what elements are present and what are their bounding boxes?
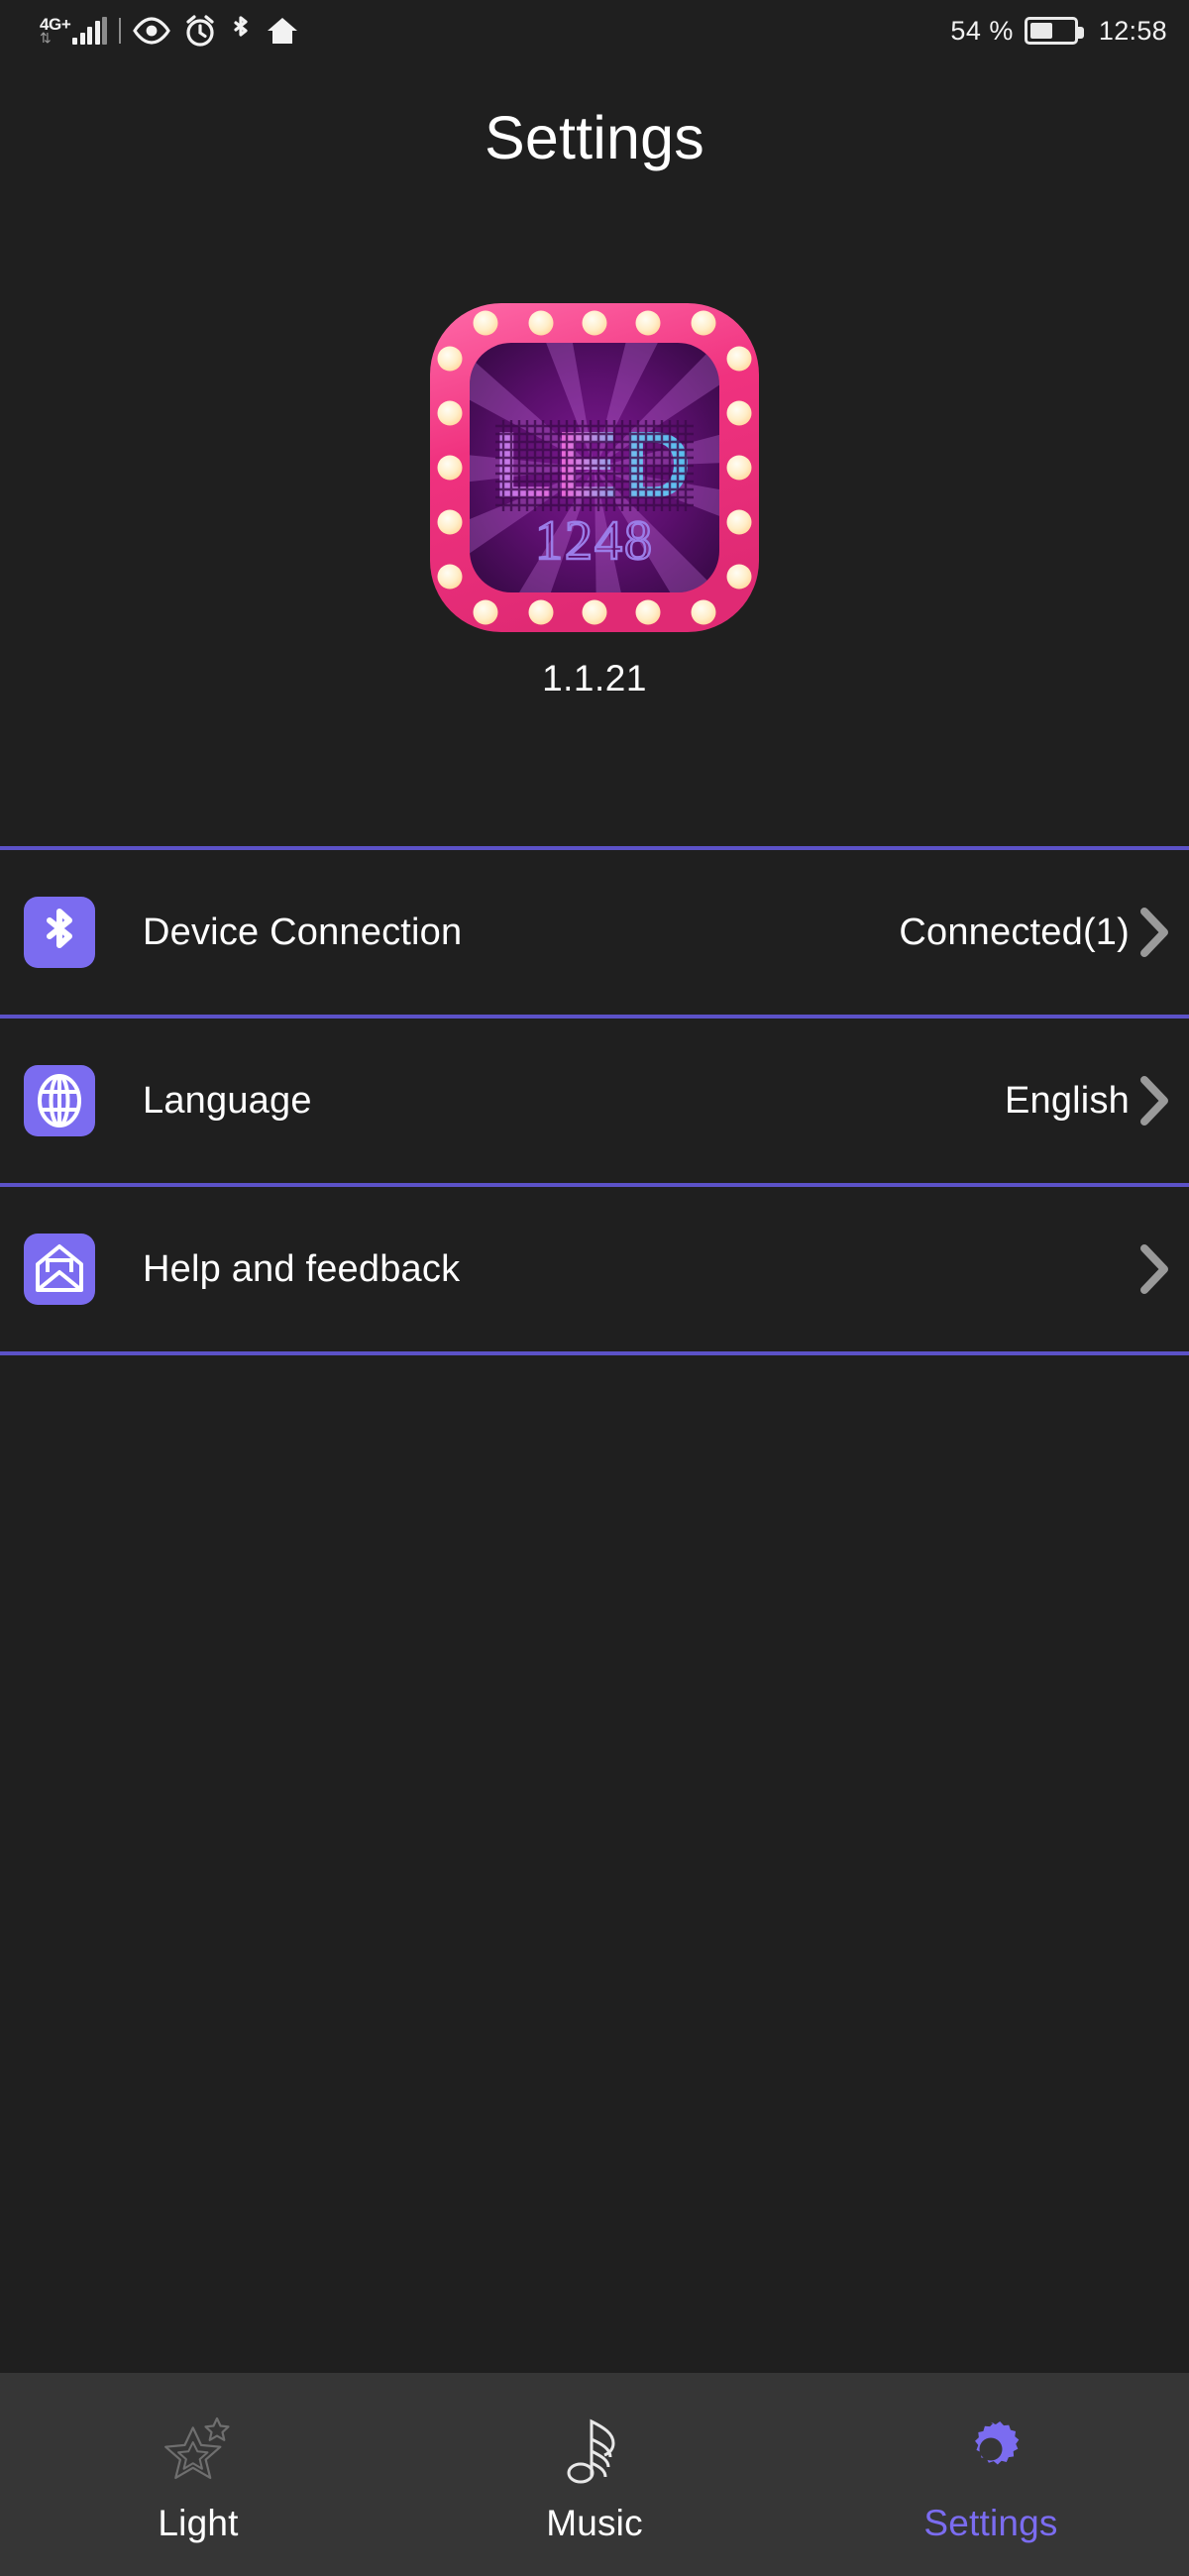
settings-row-label: Help and feedback bbox=[143, 1247, 461, 1290]
bottom-navigation-bar: Light Music Settings bbox=[0, 2373, 1189, 2576]
svg-text:1248: 1248 bbox=[535, 510, 654, 572]
tab-music[interactable]: Music bbox=[396, 2373, 793, 2576]
globe-icon bbox=[24, 1065, 95, 1136]
status-bar-left: 4G+ ⇅ bbox=[40, 14, 300, 48]
page-title: Settings bbox=[484, 104, 704, 171]
alarm-clock-icon bbox=[183, 14, 217, 48]
settings-row-value: English bbox=[1004, 1079, 1130, 1122]
settings-row-right: English bbox=[1005, 1072, 1175, 1129]
signal-bars-icon bbox=[72, 17, 108, 45]
data-transfer-arrows-icon: ⇅ bbox=[40, 30, 52, 46]
star-outline-icon bbox=[162, 2414, 235, 2485]
status-bar: 4G+ ⇅ 54 % 12:58 bbox=[0, 0, 1189, 61]
status-divider bbox=[119, 18, 122, 44]
cellular-status: 4G+ ⇅ bbox=[40, 16, 108, 46]
chevron-right-icon[interactable] bbox=[1132, 1072, 1175, 1129]
settings-row-right: Connected(1) bbox=[899, 904, 1175, 961]
tab-label: Settings bbox=[923, 2502, 1058, 2543]
settings-row-help-and-feedback[interactable]: Help and feedback bbox=[0, 1187, 1189, 1351]
gear-icon bbox=[958, 2414, 1024, 2485]
app-version-label: 1.1.21 bbox=[542, 658, 647, 698]
page-header: Settings bbox=[0, 61, 1189, 172]
settings-row-device-connection[interactable]: Device Connection Connected(1) bbox=[0, 850, 1189, 1015]
envelope-icon bbox=[24, 1234, 95, 1305]
settings-list: Device Connection Connected(1) Language … bbox=[0, 846, 1189, 1355]
content-spacer bbox=[0, 1355, 1189, 2373]
settings-row-label: Device Connection bbox=[143, 911, 463, 953]
settings-screen: 4G+ ⇅ 54 % 12:58 Settings 1248 1.1.21 De… bbox=[0, 0, 1189, 2576]
bluetooth-icon bbox=[24, 897, 95, 968]
tab-settings[interactable]: Settings bbox=[793, 2373, 1189, 2576]
tab-label: Music bbox=[546, 2502, 643, 2543]
tab-light[interactable]: Light bbox=[0, 2373, 396, 2576]
settings-row-language[interactable]: Language English bbox=[0, 1019, 1189, 1183]
settings-row-label: Language bbox=[143, 1079, 312, 1122]
status-bar-right: 54 % 12:58 bbox=[950, 16, 1167, 47]
battery-icon bbox=[1024, 17, 1084, 45]
settings-row-right bbox=[1130, 1240, 1175, 1298]
network-type: 4G+ ⇅ bbox=[40, 16, 71, 46]
settings-row-value: Connected(1) bbox=[899, 911, 1130, 953]
chevron-right-icon[interactable] bbox=[1132, 904, 1175, 961]
music-note-icon bbox=[562, 2414, 627, 2485]
battery-percent-label: 54 % bbox=[950, 15, 1014, 46]
chevron-right-icon[interactable] bbox=[1132, 1240, 1175, 1298]
clock-label: 12:58 bbox=[1098, 15, 1167, 46]
bluetooth-icon bbox=[229, 14, 253, 48]
app-identity: LED 1248 bbox=[0, 172, 1189, 699]
led-1248-app-logo: LED 1248 bbox=[426, 299, 763, 636]
home-icon bbox=[265, 15, 300, 47]
tab-label: Light bbox=[158, 2502, 239, 2543]
eye-icon bbox=[132, 17, 171, 45]
